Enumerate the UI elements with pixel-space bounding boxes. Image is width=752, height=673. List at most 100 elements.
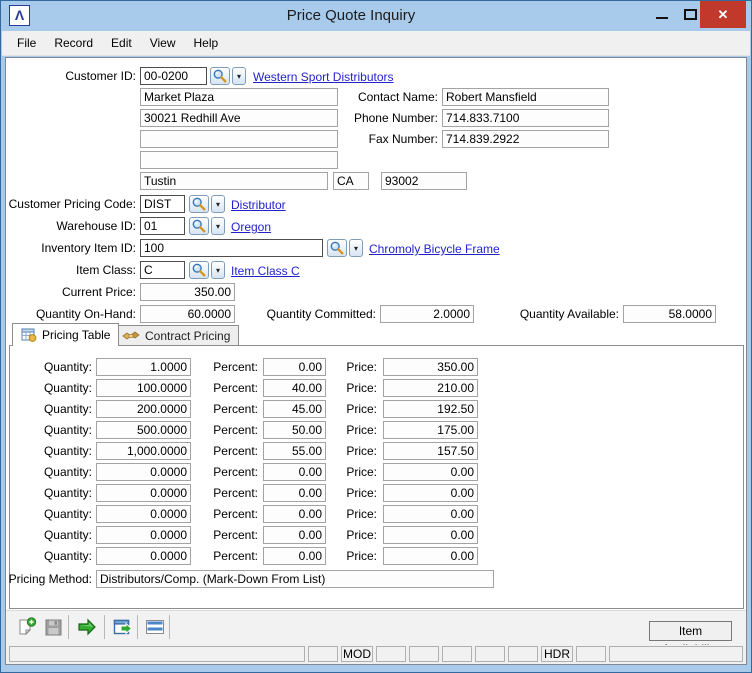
qty-committed-field: 2.0000	[380, 305, 474, 323]
warehouse-dropdown-button[interactable]: ▾	[211, 217, 225, 235]
zip-field: 93002	[381, 172, 467, 190]
city-field: Tustin	[140, 172, 328, 190]
customer-dropdown-button[interactable]: ▾	[232, 67, 246, 85]
phone-number-field: 714.833.7100	[442, 109, 609, 127]
menu-edit[interactable]: Edit	[102, 31, 141, 55]
customer-id-input[interactable]: 00-0200	[140, 67, 207, 85]
qty-committed-label: Quantity Committed:	[246, 305, 376, 323]
row-price-label: Price:	[306, 421, 377, 439]
warehouse-label: Warehouse ID:	[6, 217, 136, 235]
pricing-method-field: Distributors/Comp. (Mark-Down From List)	[96, 570, 494, 588]
toolbar-separator	[68, 615, 69, 639]
browse-window-icon	[113, 618, 134, 637]
pricing-code-label: Customer Pricing Code:	[6, 195, 136, 213]
magnifier-icon	[213, 69, 227, 83]
item-id-label: Inventory Item ID:	[6, 239, 136, 257]
current-price-field: 350.00	[140, 283, 235, 301]
status-segment	[475, 646, 505, 662]
new-record-icon	[17, 617, 37, 637]
warehouse-input[interactable]: 01	[140, 217, 185, 235]
contact-name-field: Robert Mansfield	[442, 88, 609, 106]
warehouse-lookup-button[interactable]	[189, 217, 209, 235]
app-window: Λ Price Quote Inquiry ✕ File Record Edit…	[0, 0, 752, 673]
row-price-label: Price:	[306, 526, 377, 544]
menu-help[interactable]: Help	[185, 31, 228, 55]
status-segment	[409, 646, 439, 662]
app-logo-icon: Λ	[9, 5, 30, 26]
status-segment	[376, 646, 406, 662]
row-quantity-label: Quantity:	[16, 547, 92, 565]
new-record-button[interactable]	[16, 616, 38, 638]
magnifier-icon	[192, 219, 206, 233]
item-class-dropdown-button[interactable]: ▾	[211, 261, 225, 279]
item-dropdown-button[interactable]: ▾	[349, 239, 363, 257]
qty-available-field: 58.0000	[623, 305, 716, 323]
status-segment	[308, 646, 338, 662]
warehouse-link[interactable]: Oregon	[231, 218, 271, 236]
menu-bar: File Record Edit View Help	[2, 31, 750, 56]
toolbar-separator	[169, 615, 170, 639]
minimize-button[interactable]	[651, 1, 675, 29]
magnifier-icon	[192, 263, 206, 277]
bottom-toolbar: Item Availability	[6, 610, 746, 647]
menu-file[interactable]: File	[8, 31, 45, 55]
pricing-code-link[interactable]: Distributor	[231, 196, 286, 214]
green-arrow-icon	[76, 617, 98, 637]
row9-price-field: 0.00	[383, 547, 478, 565]
qty-available-label: Quantity Available:	[486, 305, 619, 323]
title-bar: Λ Price Quote Inquiry ✕	[1, 1, 751, 31]
pricing-code-input[interactable]: DIST	[140, 195, 185, 213]
row-price-label: Price:	[306, 358, 377, 376]
magnifier-icon	[330, 241, 344, 255]
browse-button[interactable]	[112, 616, 134, 638]
tab-pricing-table[interactable]: Pricing Table	[12, 323, 119, 346]
row-percent-label: Percent:	[166, 547, 258, 565]
item-description-link[interactable]: Chromoly Bicycle Frame	[369, 240, 500, 258]
item-class-lookup-button[interactable]	[189, 261, 209, 279]
save-button[interactable]	[42, 616, 64, 638]
qty-on-hand-field: 60.0000	[140, 305, 235, 323]
status-message-segment	[9, 646, 305, 662]
customer-name-link[interactable]: Western Sport Distributors	[253, 68, 394, 86]
item-availability-button[interactable]: Item Availability	[649, 621, 732, 641]
row-percent-label: Percent:	[166, 463, 258, 481]
pricing-table-icon	[21, 328, 37, 342]
minimize-icon	[656, 17, 668, 19]
row-quantity-label: Quantity:	[16, 442, 92, 460]
row-percent-label: Percent:	[166, 505, 258, 523]
item-class-link[interactable]: Item Class C	[231, 262, 300, 280]
toolbar-separator	[104, 615, 105, 639]
row-price-label: Price:	[306, 547, 377, 565]
pricing-code-dropdown-button[interactable]: ▾	[211, 195, 225, 213]
menu-record[interactable]: Record	[45, 31, 102, 55]
close-button[interactable]: ✕	[700, 1, 746, 28]
customer-lookup-button[interactable]	[210, 67, 230, 85]
row-quantity-label: Quantity:	[16, 400, 92, 418]
row-percent-label: Percent:	[166, 442, 258, 460]
next-record-button[interactable]	[76, 616, 98, 638]
status-segment	[442, 646, 472, 662]
maximize-icon	[684, 9, 697, 20]
tab-contract-pricing[interactable]: Contract Pricing	[113, 325, 239, 346]
item-class-input[interactable]: C	[140, 261, 185, 279]
status-segment	[609, 646, 743, 662]
row-quantity-label: Quantity:	[16, 505, 92, 523]
item-lookup-button[interactable]	[327, 239, 347, 257]
row-quantity-label: Quantity:	[16, 421, 92, 439]
magnifier-icon	[192, 197, 206, 211]
status-bar: MOD HDR	[6, 645, 746, 664]
row-price-label: Price:	[306, 484, 377, 502]
window-title: Price Quote Inquiry	[61, 1, 641, 31]
row-percent-label: Percent:	[166, 526, 258, 544]
row-quantity-label: Quantity:	[16, 463, 92, 481]
main-content: Customer ID: 00-0200 ▾ Western Sport Dis…	[5, 57, 747, 665]
row-quantity-label: Quantity:	[16, 526, 92, 544]
pricing-code-lookup-button[interactable]	[189, 195, 209, 213]
row-price-label: Price:	[306, 400, 377, 418]
row-price-label: Price:	[306, 505, 377, 523]
list-view-button[interactable]	[144, 616, 166, 638]
row-percent-label: Percent:	[166, 421, 258, 439]
item-id-input[interactable]: 100	[140, 239, 323, 257]
menu-view[interactable]: View	[141, 31, 185, 55]
row7-price-field: 0.00	[383, 505, 478, 523]
